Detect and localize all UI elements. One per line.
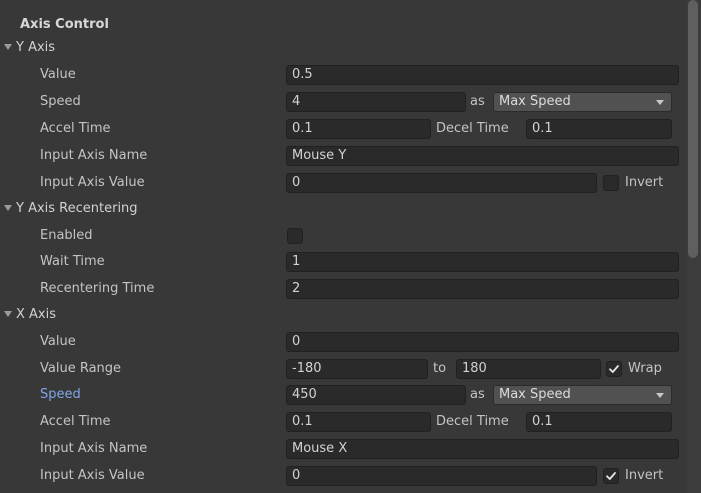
x-range-max-field[interactable]: 180 (456, 359, 601, 379)
x-range-min-field[interactable]: -180 (286, 359, 428, 379)
section-title: Axis Control (20, 17, 109, 32)
recenter-enabled-checkbox[interactable] (287, 228, 303, 244)
y-input-name-field[interactable]: Mouse Y (286, 146, 679, 166)
x-input-value-field[interactable]: 0 (286, 466, 597, 486)
chevron-down-icon (656, 393, 664, 398)
x-range-label: Value Range (40, 361, 122, 376)
x-as-label: as (470, 387, 485, 402)
x-axis-accel-row: Accel Time 0.1 Decel Time 0.1 (0, 409, 686, 435)
x-invert-checkbox[interactable] (603, 468, 619, 484)
foldout-triangle-icon[interactable] (4, 311, 12, 317)
checkmark-icon (606, 472, 616, 480)
y-axis-input-name-row: Input Axis Name Mouse Y (0, 143, 686, 169)
y-invert-checkbox[interactable] (603, 175, 619, 191)
y-speed-mode-dropdown[interactable]: Max Speed (493, 92, 672, 112)
x-accel-label: Accel Time (40, 414, 111, 429)
scrollbar-thumb[interactable] (688, 0, 698, 258)
x-invert-label: Invert (625, 468, 664, 483)
recenter-wait-label: Wait Time (40, 254, 105, 269)
foldout-triangle-icon[interactable] (4, 44, 12, 50)
y-axis-input-value-row: Input Axis Value 0 Invert (0, 170, 686, 196)
x-value-field[interactable]: 0 (286, 332, 679, 352)
y-value-label: Value (40, 67, 76, 82)
x-axis-range-row: Value Range -180 to 180 Wrap (0, 356, 686, 382)
x-axis-input-name-row: Input Axis Name Mouse X (0, 436, 686, 462)
x-input-value-label: Input Axis Value (40, 468, 145, 483)
recenter-time-row: Recentering Time 2 (0, 276, 686, 302)
chevron-down-icon (656, 100, 664, 105)
recenter-wait-row: Wait Time 1 (0, 249, 686, 275)
x-input-name-label: Input Axis Name (40, 441, 148, 456)
x-input-name-field[interactable]: Mouse X (286, 439, 679, 459)
x-value-label: Value (40, 334, 76, 349)
x-speed-field[interactable]: 450 (286, 385, 466, 405)
x-decel-label: Decel Time (436, 414, 509, 429)
y-input-value-field[interactable]: 0 (286, 173, 597, 193)
x-speed-mode-dropdown[interactable]: Max Speed (493, 385, 672, 405)
y-axis-value-row: Value 0.5 (0, 62, 686, 88)
inspector-panel: Axis Control Y Axis Value 0.5 Speed 4 as… (0, 0, 701, 493)
y-speed-label: Speed (40, 94, 81, 109)
x-decel-field[interactable]: 0.1 (526, 412, 672, 432)
x-accel-field[interactable]: 0.1 (286, 412, 431, 432)
foldout-triangle-icon[interactable] (4, 205, 12, 211)
y-axis-foldout[interactable]: Y Axis (0, 35, 686, 61)
y-accel-field[interactable]: 0.1 (286, 119, 431, 139)
x-speed-mode-value: Max Speed (499, 387, 571, 402)
x-speed-label: Speed (40, 387, 81, 402)
recenter-enabled-label: Enabled (40, 228, 93, 243)
y-recentering-foldout[interactable]: Y Axis Recentering (0, 196, 686, 222)
y-speed-mode-value: Max Speed (499, 94, 571, 109)
x-to-label: to (433, 361, 447, 376)
y-speed-field[interactable]: 4 (286, 92, 466, 112)
y-decel-label: Decel Time (436, 121, 509, 136)
y-value-field[interactable]: 0.5 (286, 65, 679, 85)
x-axis-input-value-row: Input Axis Value 0 Invert (0, 463, 686, 489)
recenter-wait-field[interactable]: 1 (286, 252, 679, 272)
recenter-time-field[interactable]: 2 (286, 279, 679, 299)
y-input-value-label: Input Axis Value (40, 175, 145, 190)
y-as-label: as (470, 94, 485, 109)
recenter-enabled-row: Enabled (0, 223, 686, 249)
x-wrap-label: Wrap (628, 361, 662, 376)
y-decel-field[interactable]: 0.1 (526, 119, 672, 139)
y-accel-label: Accel Time (40, 121, 111, 136)
recenter-time-label: Recentering Time (40, 281, 155, 296)
checkmark-icon (609, 365, 619, 373)
y-input-name-label: Input Axis Name (40, 148, 148, 163)
x-axis-foldout[interactable]: X Axis (0, 302, 686, 328)
x-axis-speed-row: Speed 450 as Max Speed (0, 382, 686, 408)
x-wrap-checkbox[interactable] (606, 361, 622, 377)
y-invert-label: Invert (625, 175, 664, 190)
x-axis-value-row: Value 0 (0, 329, 686, 355)
y-recentering-header[interactable]: Y Axis Recentering (16, 201, 138, 216)
x-axis-header[interactable]: X Axis (16, 307, 56, 322)
y-axis-speed-row: Speed 4 as Max Speed (0, 89, 686, 115)
y-axis-header[interactable]: Y Axis (16, 40, 55, 55)
y-axis-accel-row: Accel Time 0.1 Decel Time 0.1 (0, 116, 686, 142)
